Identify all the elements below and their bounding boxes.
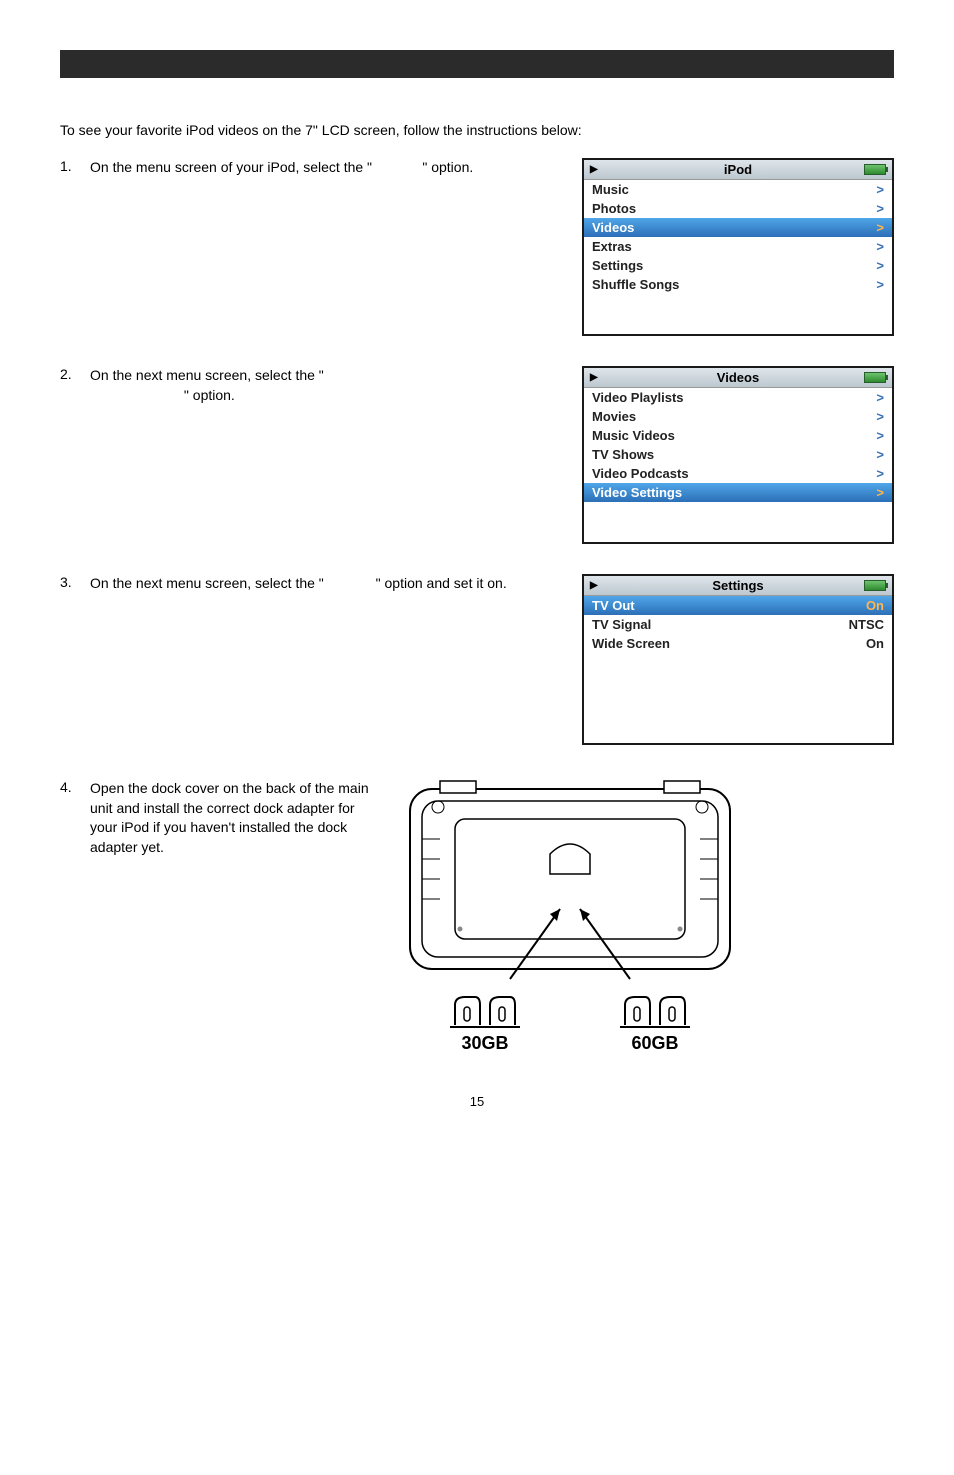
header-bar (60, 50, 894, 78)
ipod-menu-item: Wide Screen On (584, 634, 892, 653)
chevron-right-icon: > (876, 182, 884, 197)
ipod-menu-item: TV Shows > (584, 445, 892, 464)
ipod-item-label: Videos (592, 220, 634, 235)
adapter-label-30: 30GB (461, 1033, 508, 1054)
ipod-item-label: TV Signal (592, 617, 651, 632)
ipod-menu-3: ▶ Settings TV Out On TV Signal NTSC Wide Scr… (582, 574, 894, 745)
ipod-item-label: Photos (592, 201, 636, 216)
chevron-right-icon: > (876, 239, 884, 254)
ipod-header: ▶ Videos (584, 368, 892, 388)
step-number: 3. (60, 574, 90, 590)
ipod-item-label: Extras (592, 239, 632, 254)
ipod-item-label: Music Videos (592, 428, 675, 443)
battery-icon (864, 164, 886, 175)
chevron-right-icon: > (876, 220, 884, 235)
ipod-header: ▶ Settings (584, 576, 892, 596)
ipod-item-label: Video Settings (592, 485, 682, 500)
step-4: 4. Open the dock cover on the back of th… (60, 779, 894, 1054)
page-number: 15 (60, 1094, 894, 1109)
step-2: 2. On the next menu screen, select the "… (60, 366, 894, 544)
ipod-menu-item: Video Settings > (584, 483, 892, 502)
chevron-right-icon: > (876, 201, 884, 216)
adapter-label-60: 60GB (631, 1033, 678, 1054)
step-text: On the next menu screen, select the " Vi… (90, 366, 582, 405)
step-number: 2. (60, 366, 90, 382)
ipod-item-label: Settings (592, 258, 643, 273)
play-icon: ▶ (590, 164, 598, 175)
ipod-menu-item: Videos > (584, 218, 892, 237)
step-text: On the menu screen of your iPod, select … (90, 158, 582, 178)
step-text: On the next menu screen, select the " TV… (90, 574, 582, 594)
battery-icon (864, 372, 886, 383)
ipod-menu-item: Music Videos > (584, 426, 892, 445)
step-text: Open the dock cover on the back of the m… (90, 779, 400, 857)
step-3: 3. On the next menu screen, select the "… (60, 574, 894, 749)
chevron-right-icon: > (876, 466, 884, 481)
ipod-item-label: Wide Screen (592, 636, 670, 651)
ipod-item-label: TV Shows (592, 447, 654, 462)
ipod-menu-item: Photos > (584, 199, 892, 218)
dock-svg (400, 779, 740, 989)
ipod-menu-item: Extras > (584, 237, 892, 256)
ipod-menu-item: TV Signal NTSC (584, 615, 892, 634)
step-text-a: On the menu screen of your iPod, select … (90, 159, 372, 175)
ipod-rows: Video Playlists>Movies>Music Videos>TV S… (584, 388, 892, 502)
dock-diagram: 30GB 60GB (400, 779, 740, 1054)
ipod-menu-2: ▶ Videos Video Playlists>Movies>Music Vi… (582, 366, 894, 544)
ipod-menu-item: Shuffle Songs > (584, 275, 892, 294)
ipod-title: Videos (717, 370, 759, 385)
step-number: 1. (60, 158, 90, 174)
chevron-right-icon: > (876, 447, 884, 462)
chevron-right-icon: > (876, 485, 884, 500)
ipod-item-label: Shuffle Songs (592, 277, 679, 292)
ipod-menu-1: ▶ iPod Music>Photos>Videos>Extras>Settin… (582, 158, 894, 336)
ipod-menu-item: Video Playlists > (584, 388, 892, 407)
step-number: 4. (60, 779, 90, 795)
ipod-title: iPod (724, 162, 752, 177)
chevron-right-icon: > (876, 277, 884, 292)
adapter-60: 60GB (620, 995, 690, 1054)
battery-icon (864, 580, 886, 591)
ipod-rows: TV Out On TV Signal NTSC Wide Screen On (584, 596, 892, 653)
ipod-item-label: TV Out (592, 598, 635, 613)
chevron-right-icon: > (876, 258, 884, 273)
chevron-right-icon: > (876, 390, 884, 405)
ipod-title: Settings (712, 578, 763, 593)
step-text-a: On the next menu screen, select the " (90, 367, 324, 383)
ipod-item-value: NTSC (849, 617, 884, 632)
ipod-rows: Music>Photos>Videos>Extras>Settings>Shuf… (584, 180, 892, 294)
step-1: 1. On the menu screen of your iPod, sele… (60, 158, 894, 336)
ipod-menu-item: TV Out On (584, 596, 892, 615)
step-text-a: On the next menu screen, select the " (90, 575, 324, 591)
ipod-menu-item: Video Podcasts > (584, 464, 892, 483)
ipod-item-label: Video Podcasts (592, 466, 689, 481)
ipod-menu-item: Settings > (584, 256, 892, 275)
play-icon: ▶ (590, 580, 598, 591)
chevron-right-icon: > (876, 409, 884, 424)
intro-text: To see your favorite iPod videos on the … (60, 122, 894, 138)
ipod-item-label: Movies (592, 409, 636, 424)
ipod-item-label: Music (592, 182, 629, 197)
ipod-item-label: Video Playlists (592, 390, 684, 405)
ipod-item-value: On (866, 636, 884, 651)
ipod-header: ▶ iPod (584, 160, 892, 180)
ipod-item-value: On (866, 598, 884, 613)
step-text-b: " option. (184, 387, 235, 403)
ipod-menu-item: Movies > (584, 407, 892, 426)
ipod-menu-item: Music > (584, 180, 892, 199)
step-text-b: " option and set it on. (376, 575, 507, 591)
step-text-b: " option. (422, 159, 473, 175)
adapter-30: 30GB (450, 995, 520, 1054)
play-icon: ▶ (590, 372, 598, 383)
chevron-right-icon: > (876, 428, 884, 443)
